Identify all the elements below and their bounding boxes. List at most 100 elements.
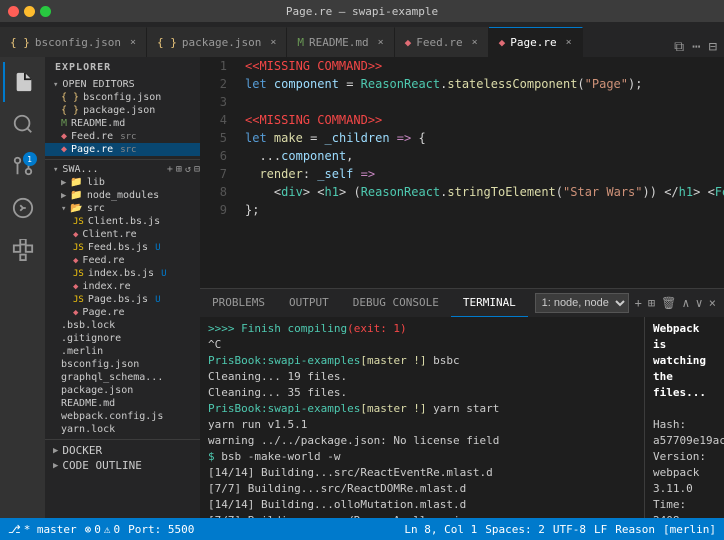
file-yarn-lock[interactable]: yarn.lock [45,423,200,436]
port-info[interactable]: Port: 5500 [128,523,194,536]
activity-extensions[interactable] [3,230,43,270]
file-index-bs-js[interactable]: JS index.bs.js U [45,267,200,280]
file-client-bs-js[interactable]: JS Client.bs.js [45,215,200,228]
git-branch[interactable]: ⎇ * master [8,523,77,536]
merlin-status[interactable]: [merlin] [663,523,716,536]
tab-debug-console[interactable]: DEBUG CONSOLE [341,289,451,317]
file-feed-bs-js[interactable]: JS Feed.bs.js U [45,241,200,254]
activity-debug[interactable] [3,188,43,228]
activity-bar: 1 [0,57,45,518]
swapi-label: SWA... [62,164,98,175]
indentation[interactable]: Spaces: 2 [485,523,545,536]
code-outline-header[interactable]: ▶ CODE OUTLINE [45,458,200,473]
terminal-right[interactable]: Webpack is watching the files... Hash: a… [645,317,724,518]
folder-lib[interactable]: ▶ 📁 lib [45,176,200,189]
tab-close[interactable]: × [270,37,276,48]
file-badge: src [120,132,136,142]
file-readme[interactable]: README.md [45,397,200,410]
code-line-7: render: _self => [245,165,714,183]
file-package-json[interactable]: package.json [45,384,200,397]
chevron-up-icon[interactable]: ∧ [682,296,689,310]
code-content[interactable]: <<MISSING COMMAND>> let component = Reas… [235,57,724,288]
tab-close[interactable]: × [130,37,136,48]
term-line: Hash: a57709e19ac8b2668f24 [653,417,716,449]
tab-readme[interactable]: M README.md × [287,27,394,57]
split-terminal-button[interactable]: ⊞ [648,296,655,310]
tab-label: bsconfig.json [35,36,121,49]
tab-close[interactable]: × [378,37,384,48]
tab-terminal[interactable]: TERMINAL [451,289,528,317]
file-page-bs-js[interactable]: JS Page.bs.js U [45,293,200,306]
new-file-icon[interactable]: + [167,164,173,175]
refresh-icon[interactable]: ↺ [185,164,191,175]
folder-node-modules[interactable]: ▶ 📁 node_modules [45,189,200,202]
trash-icon[interactable]: 🗑 [661,296,676,310]
js-icon: JS [73,217,84,227]
more-actions-button[interactable]: ⋯ [690,37,702,57]
maximize-button[interactable] [40,6,51,17]
tab-feed[interactable]: ◆ Feed.re × [395,27,489,57]
re-icon: ◆ [61,144,67,155]
open-file-readme[interactable]: M README.md [45,117,200,130]
tab-page[interactable]: ◆ Page.re × [489,27,583,57]
open-file-package[interactable]: { } package.json [45,104,200,117]
file-label: webpack.config.js [61,411,163,422]
folder-src[interactable]: ▾ 📂 src [45,202,200,215]
language-mode[interactable]: Reason [615,523,655,536]
tab-problems[interactable]: PROBLEMS [200,289,277,317]
terminal-selector[interactable]: 1: node, node [535,293,629,313]
file-bsconfig[interactable]: bsconfig.json [45,358,200,371]
open-file-feed[interactable]: ◆ Feed.re src [45,130,200,143]
file-page-re[interactable]: ◆ Page.re [45,306,200,319]
term-line: warning ../../package.json: No license f… [208,433,636,449]
activity-source-control[interactable]: 1 [3,146,43,186]
tab-bsconfig[interactable]: { } bsconfig.json × [0,27,147,57]
tab-icon: ◆ [499,36,506,49]
file-feed-re[interactable]: ◆ Feed.re [45,254,200,267]
docker-header[interactable]: ▶ DOCKER [45,443,200,458]
file-gitignore[interactable]: .gitignore [45,332,200,345]
tab-package[interactable]: { } package.json × [147,27,287,57]
new-folder-icon[interactable]: ⊞ [176,164,182,175]
split-editor-button[interactable]: ⧉ [672,37,686,57]
swapi-header[interactable]: ▾ SWA... + ⊞ ↺ ⊟ [45,163,200,176]
file-graphql-schema[interactable]: graphql_schema... [45,371,200,384]
file-bsb-lock[interactable]: .bsb.lock [45,319,200,332]
activity-explorer[interactable] [3,62,43,102]
tab-close[interactable]: × [472,37,478,48]
encoding[interactable]: UTF-8 [553,523,586,536]
arrow-icon: ▶ [53,461,58,471]
code-editor[interactable]: 1 2 3 4 5 6 7 8 9 <<MISSING COMMAND>> le… [200,57,724,288]
file-index-re[interactable]: ◆ index.re [45,280,200,293]
tab-icon: ◆ [405,36,412,49]
file-label: .merlin [61,346,103,357]
file-webpack-config[interactable]: webpack.config.js [45,410,200,423]
terminal-left[interactable]: >>>> Finish compiling(exit: 1) ^C PrisBo… [200,317,645,518]
close-button[interactable] [8,6,19,17]
file-merlin[interactable]: .merlin [45,345,200,358]
file-client-re[interactable]: ◆ Client.re [45,228,200,241]
open-editors-header[interactable]: ▾ OPEN EDITORS [45,78,200,91]
minimize-button[interactable] [24,6,35,17]
chevron-down-icon[interactable]: ∨ [696,296,703,310]
merlin-label: [merlin] [663,523,716,536]
add-terminal-button[interactable]: + [635,296,642,310]
collapse-button[interactable]: ⊟ [707,37,719,57]
tab-close[interactable]: × [566,37,572,48]
file-label: bsconfig.json [83,92,161,103]
open-file-page[interactable]: ◆ Page.re src [45,143,200,156]
close-panel-button[interactable]: × [709,296,716,310]
window-controls[interactable] [8,6,51,17]
file-badge: U [161,269,166,279]
arrow-icon: ▾ [53,80,58,90]
activity-search[interactable] [3,104,43,144]
file-label: yarn.lock [61,424,115,435]
tab-output[interactable]: OUTPUT [277,289,341,317]
line-ending[interactable]: LF [594,523,607,536]
error-icon: ⊗ [85,523,92,536]
cursor-position[interactable]: Ln 8, Col 1 [404,523,477,536]
tab-icon: { } [157,36,177,49]
open-file-bsconfig[interactable]: { } bsconfig.json [45,91,200,104]
errors-count[interactable]: ⊗ 0 ⚠ 0 [85,523,121,536]
file-label: index.bs.js [88,268,154,279]
